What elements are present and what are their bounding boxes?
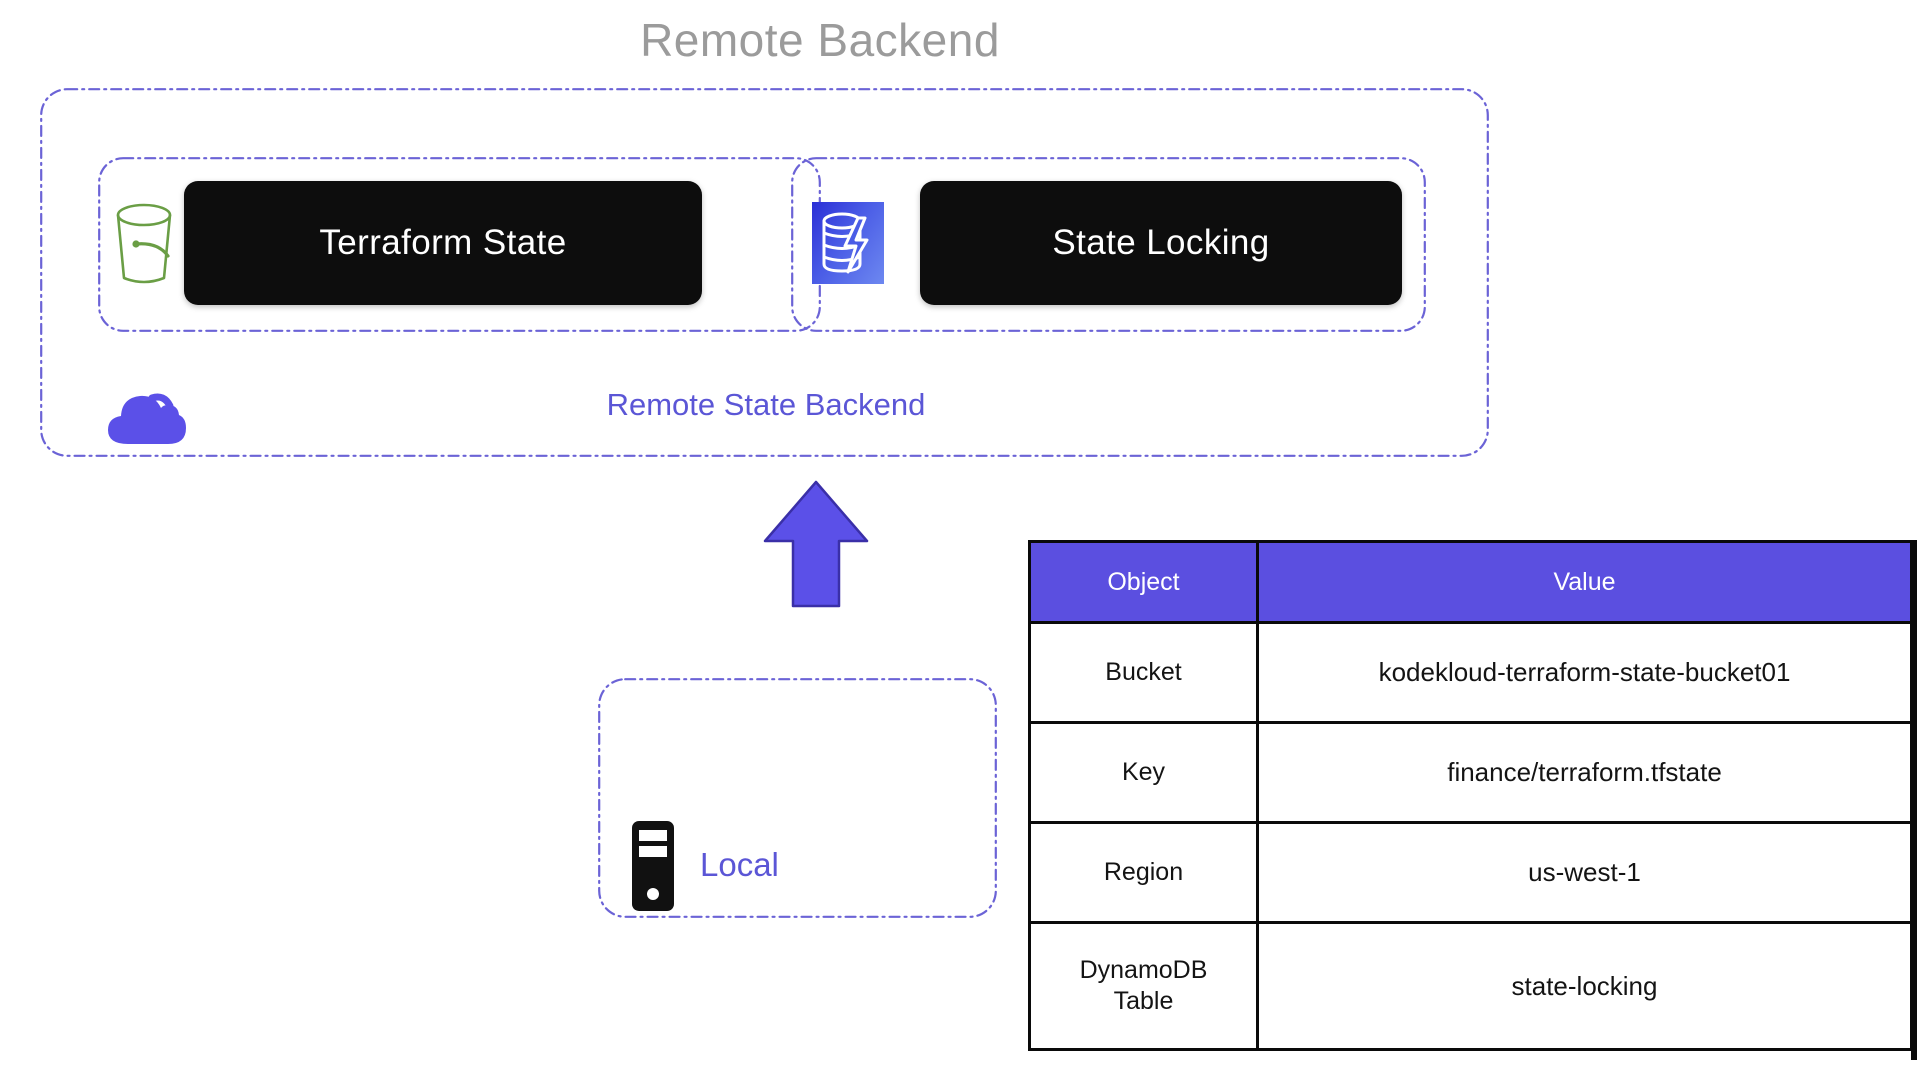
column-header-value: Value	[1256, 540, 1913, 624]
table-cell-object: Region	[1028, 821, 1259, 924]
table-cell-object: Key	[1028, 721, 1259, 824]
terraform-state-box[interactable]: Terraform State	[184, 181, 702, 305]
state-locking-box[interactable]: State Locking	[920, 181, 1402, 305]
backend-config-table: Object Value Bucket kodekloud-terraform-s…	[1028, 540, 1913, 1051]
state-locking-label: State Locking	[1052, 223, 1270, 262]
local-label: Local	[700, 846, 779, 883]
page-title: Remote Backend	[640, 14, 1000, 66]
table-cell-value: finance/terraform.tfstate	[1256, 721, 1913, 824]
arrow-up-icon	[761, 478, 871, 610]
table-cell-object: Bucket	[1028, 621, 1259, 724]
dynamodb-icon	[812, 202, 884, 284]
table-row: Bucket kodekloud-terraform-state-bucket01	[1028, 621, 1913, 724]
column-header-object: Object	[1028, 540, 1259, 624]
table-row: Key finance/terraform.tfstate	[1028, 721, 1913, 824]
table-right-edge-rule	[1911, 540, 1917, 1060]
table-cell-object: DynamoDB Table	[1028, 921, 1259, 1051]
table-cell-value: state-locking	[1256, 921, 1913, 1051]
remote-state-backend-label: Remote State Backend	[606, 387, 926, 422]
cloud-icon	[106, 388, 188, 446]
diagram-canvas: Remote Backend Terraform State State Loc…	[0, 0, 1920, 1087]
table-header-row: Object Value	[1028, 540, 1913, 624]
table-cell-value: us-west-1	[1256, 821, 1913, 924]
terraform-state-label: Terraform State	[319, 223, 567, 262]
s3-bucket-icon	[110, 198, 178, 288]
table-row: DynamoDB Table state-locking	[1028, 921, 1913, 1051]
table-cell-value: kodekloud-terraform-state-bucket01	[1256, 621, 1913, 724]
server-tower-icon	[632, 821, 674, 911]
table-row: Region us-west-1	[1028, 821, 1913, 924]
